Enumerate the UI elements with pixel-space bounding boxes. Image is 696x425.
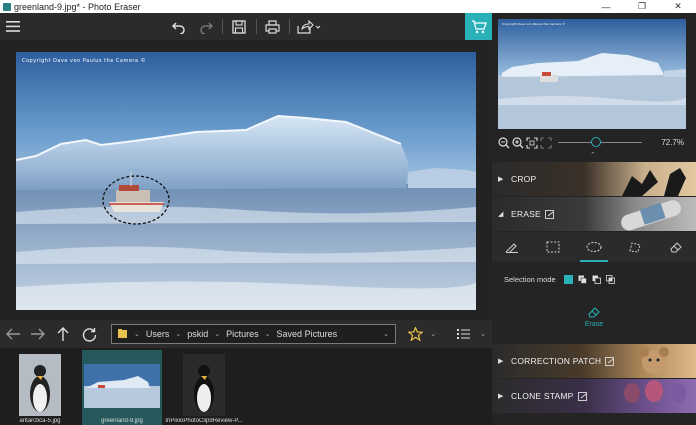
path-segment[interactable]: pskid: [187, 329, 208, 339]
patch-tool-icon: [605, 356, 615, 366]
chevron-down-icon[interactable]: ⌄: [265, 330, 271, 338]
correction-patch-label: CORRECTION PATCH: [511, 356, 615, 366]
chevron-down-icon[interactable]: ⌄: [428, 325, 438, 343]
share-icon[interactable]: [296, 17, 322, 36]
mode-new-icon[interactable]: [563, 275, 573, 284]
redo-icon[interactable]: [197, 17, 215, 36]
cart-icon: [471, 19, 487, 33]
navigator-preview[interactable]: Copyright Dave von Paulus the Camera ©: [498, 19, 686, 129]
app-icon: [3, 2, 11, 11]
sort-list-icon[interactable]: [455, 325, 473, 343]
main-photo[interactable]: Copyright Dave von Paulus the Camera ©: [16, 52, 476, 310]
thumbnail-caption: InPixioPhotoClip9Review-P...: [165, 418, 243, 424]
clone-tool-icon: [577, 391, 587, 401]
thumbnail-item[interactable]: InPixioPhotoClip9Review-P...: [164, 350, 244, 425]
back-arrow-icon[interactable]: [4, 325, 22, 343]
eraser-icon: [670, 242, 682, 253]
window-title: greenland-9.jpg* - Photo Eraser: [14, 1, 141, 12]
expand-triangle-icon: ▶: [498, 393, 504, 400]
mode-intersect-icon[interactable]: [605, 275, 615, 284]
selection-mode-row: Selection mode: [504, 275, 615, 284]
zoom-in-icon[interactable]: [512, 136, 524, 154]
clone-stamp-label: CLONE STAMP: [511, 391, 588, 401]
right-panel: Copyright Dave von Paulus the Camera © 7…: [492, 13, 696, 425]
zoom-slider-handle[interactable]: [590, 137, 601, 147]
chevron-down-icon[interactable]: ⌄: [175, 330, 181, 338]
erase-tool-icon: [544, 209, 554, 219]
fit-to-screen-icon[interactable]: [526, 136, 538, 154]
print-icon[interactable]: [263, 17, 281, 36]
greenland-photo: Copyright Dave von Paulus the Camera ©: [16, 52, 476, 310]
expand-triangle-icon: ▶: [498, 176, 504, 183]
path-segment[interactable]: Pictures: [226, 329, 259, 339]
thumbnail-caption: antarctica-5.jpg: [19, 418, 61, 424]
thumbnail-image: [19, 354, 61, 416]
rectangle-select-icon: [546, 241, 560, 253]
thumbnail-image: [84, 364, 160, 408]
path-dropdown-icon[interactable]: ⌄: [383, 330, 389, 338]
eraser-tool[interactable]: [655, 232, 696, 262]
lasso-icon: [586, 242, 602, 252]
up-arrow-icon[interactable]: [54, 325, 72, 343]
path-breadcrumb[interactable]: ⌄ Users ⌄ pskid ⌄ Pictures ⌄ Saved Pictures …: [111, 324, 396, 344]
collapse-chevron-icon[interactable]: ⌃: [590, 151, 596, 159]
crop-label: CROP: [511, 174, 537, 184]
clone-stamp-section-header[interactable]: ▶ CLONE STAMP: [492, 379, 696, 413]
save-icon[interactable]: [230, 17, 248, 36]
folder-icon: [118, 328, 128, 340]
thumbnail-image: [183, 354, 225, 416]
preview-copyright: Copyright Dave von Paulus the Camera ©: [502, 22, 565, 26]
brush-icon: [506, 243, 519, 253]
image-canvas[interactable]: Copyright Dave von Paulus the Camera ©: [0, 40, 492, 320]
zoom-out-icon[interactable]: [498, 136, 510, 154]
copyright-watermark: Copyright Dave von Paulus the Camera ©: [22, 57, 146, 64]
mode-add-icon[interactable]: [578, 275, 587, 284]
refresh-icon[interactable]: [80, 325, 98, 343]
eraser-action-icon: [588, 307, 600, 318]
main-toolbar: [0, 13, 492, 40]
toolbar-separator: [222, 19, 223, 34]
cart-button[interactable]: [465, 13, 492, 40]
forward-arrow-icon[interactable]: [29, 325, 47, 343]
erase-button[interactable]: Erase: [579, 305, 609, 328]
erase-section-header[interactable]: ◢ ERASE: [492, 197, 696, 231]
chevron-down-icon[interactable]: ⌄: [214, 330, 220, 338]
collapse-triangle-icon: ◢: [498, 211, 504, 218]
selection-mode-label: Selection mode: [504, 275, 556, 284]
menu-icon[interactable]: [4, 17, 22, 36]
path-segment[interactable]: Users: [146, 329, 170, 339]
navigation-bar: ⌄ Users ⌄ pskid ⌄ Pictures ⌄ Saved Pictures …: [0, 320, 492, 348]
path-segment[interactable]: Saved Pictures: [277, 329, 338, 339]
polygon-lasso-tool[interactable]: [614, 232, 655, 262]
actual-size-icon[interactable]: [540, 136, 552, 154]
erase-tools-row: [492, 232, 696, 262]
thumbnail-caption: greenland-9.jpg: [101, 418, 143, 424]
mode-subtract-icon[interactable]: [592, 275, 601, 284]
toolbar-separator: [289, 19, 290, 34]
zoom-controls: 72.7%: [492, 133, 696, 153]
toolbar-separator: [256, 19, 257, 34]
zoom-value: 72.7%: [661, 138, 684, 147]
brush-tool[interactable]: [492, 232, 533, 262]
chevron-down-icon[interactable]: ⌄: [134, 330, 140, 338]
erase-label: ERASE: [511, 209, 555, 219]
minimize-button[interactable]: —: [588, 0, 624, 13]
rectangle-select-tool[interactable]: [533, 232, 574, 262]
crop-section-header[interactable]: ▶ CROP: [492, 162, 696, 196]
polygon-lasso-icon: [629, 242, 641, 253]
maximize-button[interactable]: ❐: [624, 0, 660, 13]
correction-patch-section-header[interactable]: ▶ CORRECTION PATCH: [492, 344, 696, 378]
expand-triangle-icon: ▶: [498, 358, 504, 365]
thumbnail-strip: antarctica-5.jpg greenland-9.jpg InPixio…: [0, 348, 492, 425]
lasso-tool[interactable]: [574, 232, 615, 262]
close-button[interactable]: ✕: [660, 0, 696, 13]
undo-icon[interactable]: [170, 17, 188, 36]
thumbnail-item[interactable]: antarctica-5.jpg: [0, 350, 80, 425]
thumbnail-item-selected[interactable]: greenland-9.jpg: [82, 350, 162, 425]
title-bar: greenland-9.jpg* - Photo Eraser — ❐ ✕: [0, 0, 696, 13]
favorite-star-icon[interactable]: [406, 325, 424, 343]
chevron-down-icon[interactable]: ⌄: [478, 325, 488, 343]
